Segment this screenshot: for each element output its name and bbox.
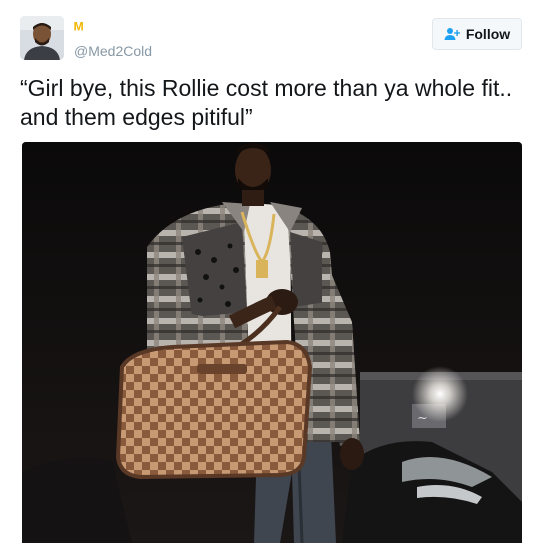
tweet-text: “Girl bye, this Rollie cost more than ya…	[20, 75, 513, 130]
photo-image: ~	[22, 142, 522, 543]
avatar-icon	[20, 16, 64, 60]
tweet-card: ᴹ @Med2Cold Follow “Girl bye, this Rolli…	[0, 0, 543, 543]
add-user-icon	[444, 28, 460, 40]
avatar[interactable]	[20, 16, 64, 60]
follow-button[interactable]: Follow	[432, 18, 522, 50]
follow-label: Follow	[465, 26, 511, 42]
user-handle[interactable]: @Med2Cold	[74, 42, 152, 60]
display-name[interactable]: ᴹ	[74, 18, 83, 40]
tweet-photo[interactable]: ~	[22, 142, 522, 543]
